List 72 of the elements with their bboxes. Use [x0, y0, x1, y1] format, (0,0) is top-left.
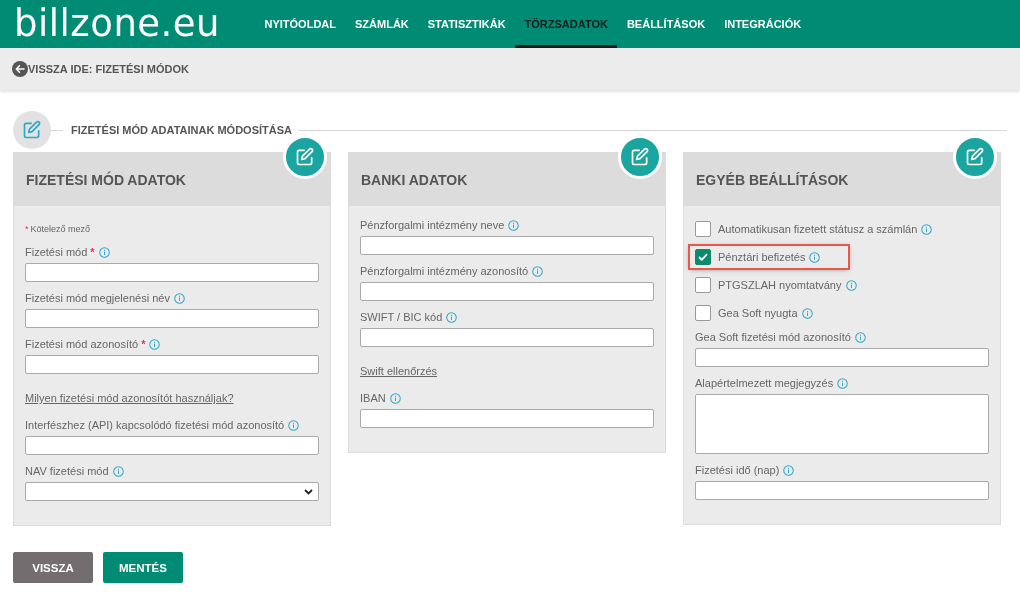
input-field[interactable] [695, 348, 989, 367]
field-label: Gea Soft fizetési mód azonosító [695, 330, 851, 345]
required-mark: * [141, 337, 146, 352]
info-icon[interactable] [173, 293, 185, 304]
checkbox[interactable] [695, 221, 711, 237]
panel-title: FIZETÉSI MÓD ADATOK [26, 171, 186, 188]
field-label: Alapértelmezett megjegyzés [695, 376, 834, 391]
field-label: Pénzforgalmi intézmény azonosító [360, 264, 529, 279]
field-label: Fizetési idő (nap) [695, 463, 780, 478]
checkbox-label: Pénztári befizetés [718, 251, 806, 263]
field-label: NAV fizetési mód [25, 464, 109, 479]
checkbox-label: Gea Soft nyugta [718, 307, 798, 319]
field-label: Fizetési mód megjelenési név [25, 291, 170, 306]
field-label: Fizetési mód [25, 245, 88, 260]
back-link[interactable]: VISSZA IDE: FIZETÉSI MÓDOK [28, 63, 189, 75]
required-note: Kötelező mező [30, 224, 91, 234]
input-field[interactable] [25, 355, 319, 374]
field-label: SWIFT / BIC kód [360, 310, 443, 325]
required-mark: * [90, 245, 95, 260]
edit-icon [295, 147, 315, 167]
field-label: Fizetési mód azonosító [25, 337, 139, 352]
panel-title: EGYÉB BEÁLLÍTÁSOK [696, 171, 849, 188]
field-label: Pénzforgalmi intézmény neve [360, 218, 505, 233]
input-field[interactable] [360, 409, 654, 428]
input-field[interactable] [360, 282, 654, 301]
info-icon[interactable] [837, 378, 849, 389]
info-icon[interactable] [446, 312, 458, 323]
info-icon[interactable] [854, 332, 866, 343]
input-field[interactable] [25, 309, 319, 328]
chevron-icon [304, 488, 313, 495]
info-icon[interactable] [845, 279, 857, 291]
checkmark-icon [698, 253, 708, 261]
info-icon[interactable] [149, 339, 161, 350]
nav-tab[interactable]: STATISZTIKÁK [418, 0, 516, 48]
input-field[interactable] [25, 263, 319, 282]
input-field[interactable] [360, 236, 654, 255]
help-link[interactable]: Milyen fizetési mód azonosítót használjak? [25, 392, 234, 404]
checkbox[interactable] [695, 249, 711, 265]
required-mark: * [25, 224, 29, 234]
nav-tab[interactable]: BEÁLLÍTÁSOK [617, 0, 715, 48]
input-field[interactable] [695, 481, 989, 500]
info-icon[interactable] [508, 220, 520, 231]
info-icon[interactable] [809, 251, 821, 263]
info-icon[interactable] [389, 393, 401, 404]
section-title: FIZETÉSI MÓD ADATAINAK MÓDOSÍTÁSA [71, 124, 292, 136]
dropdown[interactable] [25, 482, 319, 501]
nav-tab[interactable]: NYITÓOLDAL [255, 0, 346, 48]
save-button[interactable]: MENTÉS [103, 552, 183, 583]
logo[interactable]: billzone.eu [0, 0, 255, 48]
info-icon[interactable] [921, 223, 933, 235]
checkbox[interactable] [695, 277, 711, 293]
input-field[interactable] [360, 328, 654, 347]
info-icon[interactable] [801, 307, 813, 319]
info-icon[interactable] [288, 420, 300, 431]
text-area[interactable] [695, 394, 989, 454]
help-link[interactable]: Swift ellenőrzés [360, 365, 438, 377]
checkbox-label: PTGSZLAH nyomtatvány [718, 279, 842, 291]
checkbox-label: Automatikusan fizetett státusz a számlán [718, 223, 918, 235]
info-icon[interactable] [112, 466, 124, 477]
panel-title: BANKI ADATOK [361, 171, 468, 188]
edit-icon [965, 147, 985, 167]
nav-tab[interactable]: INTEGRÁCIÓK [714, 0, 811, 48]
field-label: IBAN [360, 391, 386, 406]
info-icon[interactable] [783, 465, 795, 476]
input-field[interactable] [25, 436, 319, 455]
back-button[interactable]: VISSZA [13, 552, 93, 583]
edit-icon [630, 147, 650, 167]
info-icon[interactable] [98, 247, 110, 258]
field-label: Interfészhez (API) kapcsolódó fizetési mód azonosító [25, 418, 285, 433]
info-icon[interactable] [532, 266, 544, 277]
nav-tab[interactable]: SZÁMLÁK [345, 0, 419, 48]
checkbox[interactable] [695, 305, 711, 321]
